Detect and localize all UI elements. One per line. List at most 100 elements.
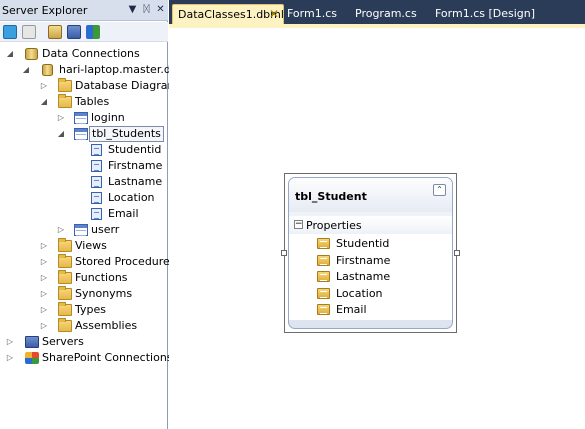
connect-to-server-icon[interactable] bbox=[67, 25, 81, 39]
resize-handle-left[interactable] bbox=[281, 250, 287, 256]
tree-item-label: Email bbox=[108, 207, 139, 220]
tree-item-column[interactable]: Location bbox=[0, 190, 168, 206]
tree-item-views[interactable]: ▷ Views bbox=[0, 238, 168, 254]
expanded-arrow-icon[interactable]: ◢ bbox=[22, 66, 30, 74]
tree-item-assemblies[interactable]: ▷ Assemblies bbox=[0, 318, 168, 334]
server-explorer-toolbar bbox=[0, 22, 168, 42]
properties-label: Properties bbox=[306, 219, 362, 232]
tree-item-label: Views bbox=[75, 239, 107, 252]
tree-item-label: Synonyms bbox=[75, 287, 133, 300]
tree-item-label: loginn bbox=[91, 111, 125, 124]
property-icon bbox=[317, 238, 330, 249]
folder-icon bbox=[58, 254, 72, 268]
tree-item-data-connections[interactable]: ◢ Data Connections bbox=[0, 46, 168, 62]
expanded-arrow-icon[interactable]: ◢ bbox=[6, 50, 14, 58]
column-icon bbox=[91, 144, 102, 156]
close-panel-icon[interactable]: ✕ bbox=[154, 3, 167, 17]
property-label: Studentid bbox=[336, 237, 390, 250]
expanded-arrow-icon[interactable]: ◢ bbox=[57, 130, 65, 138]
tree-item-stored-procedures[interactable]: ▷ Stored Procedures bbox=[0, 254, 176, 270]
collapsed-arrow-icon[interactable]: ▷ bbox=[6, 338, 14, 346]
tree-item-functions[interactable]: ▷ Functions bbox=[0, 270, 168, 286]
tree-item-table-loginn[interactable]: ▷ loginn bbox=[0, 110, 168, 126]
tree-item-tables[interactable]: ◢ Tables bbox=[0, 94, 168, 110]
collapse-entity-icon[interactable]: ⌃ bbox=[433, 184, 446, 196]
tree-item-label: userr bbox=[91, 223, 120, 236]
server-explorer-title-bar: Server Explorer ▼ ᛞ ✕ bbox=[0, 0, 168, 21]
property-icon bbox=[317, 304, 330, 315]
tree-item-table-userr[interactable]: ▷ userr bbox=[0, 222, 168, 238]
tree-item-types[interactable]: ▷ Types bbox=[0, 302, 168, 318]
folder-icon bbox=[58, 302, 72, 316]
tree-item-label: Studentid bbox=[108, 143, 162, 156]
pin-icon[interactable]: ᛞ bbox=[140, 3, 153, 17]
collapsed-arrow-icon[interactable]: ▷ bbox=[40, 306, 48, 314]
tree-item-database-diagrams[interactable]: ▷ Database Diagrams bbox=[0, 78, 184, 94]
folder-icon bbox=[58, 94, 72, 108]
tree-item-sharepoint-connections[interactable]: ▷ SharePoint Connections bbox=[0, 350, 173, 366]
column-icon bbox=[91, 176, 102, 188]
document-tab-strip: DataClasses1.dbml ✕ Form1.cs Program.cs … bbox=[169, 0, 585, 25]
folder-icon bbox=[58, 286, 72, 300]
table-icon bbox=[74, 112, 88, 124]
folder-icon bbox=[58, 238, 72, 252]
tree-item-label: Data Connections bbox=[42, 47, 140, 60]
collapsed-arrow-icon[interactable]: ▷ bbox=[57, 226, 65, 234]
tree-item-label: Functions bbox=[75, 271, 128, 284]
database-connection-icon bbox=[42, 64, 53, 76]
server-explorer-panel: Server Explorer ▼ ᛞ ✕ ◢ Data Connections… bbox=[0, 0, 185, 429]
collapsed-arrow-icon[interactable]: ▷ bbox=[40, 322, 48, 330]
tree-item-label: Tables bbox=[75, 95, 110, 108]
expanded-arrow-icon[interactable]: ◢ bbox=[40, 98, 48, 106]
tree-item-label: Servers bbox=[42, 335, 84, 348]
tree-item-column[interactable]: Email bbox=[0, 206, 168, 222]
tree-item-label: Firstname bbox=[108, 159, 163, 172]
tree-item-label: Types bbox=[75, 303, 106, 316]
properties-header[interactable]: − Properties bbox=[289, 216, 452, 234]
column-icon bbox=[91, 208, 102, 220]
tab-program-cs[interactable]: Program.cs bbox=[355, 4, 435, 25]
servers-icon bbox=[25, 336, 39, 348]
collapsed-arrow-icon[interactable]: ▷ bbox=[40, 258, 48, 266]
folder-icon bbox=[58, 270, 72, 284]
tree-item-label: Lastname bbox=[108, 175, 163, 188]
tree-item-synonyms[interactable]: ▷ Synonyms bbox=[0, 286, 168, 302]
collapsed-arrow-icon[interactable]: ▷ bbox=[40, 82, 48, 90]
column-icon bbox=[91, 160, 102, 172]
tab-label: Form1.cs bbox=[287, 7, 337, 20]
tree-item-label: hari-laptop.master.dbo bbox=[59, 63, 185, 76]
stop-refresh-icon[interactable] bbox=[22, 25, 36, 39]
refresh-icon[interactable] bbox=[3, 25, 17, 39]
tab-form1-cs[interactable]: Form1.cs bbox=[287, 4, 357, 25]
collapsed-arrow-icon[interactable]: ▷ bbox=[40, 290, 48, 298]
connect-to-database-icon[interactable] bbox=[48, 25, 62, 39]
close-tab-icon[interactable]: ✕ bbox=[269, 7, 279, 21]
entity-header: tbl_Student ⌃ bbox=[289, 178, 452, 212]
tab-form1-cs-design[interactable]: Form1.cs [Design] bbox=[435, 4, 565, 25]
property-icon bbox=[317, 255, 330, 266]
property-label: Location bbox=[336, 287, 383, 300]
tree-item-column[interactable]: Lastname bbox=[0, 174, 168, 190]
collapsed-arrow-icon[interactable]: ▷ bbox=[6, 354, 14, 362]
collapsed-arrow-icon[interactable]: ▷ bbox=[40, 274, 48, 282]
entity-tbl-student[interactable]: tbl_Student ⌃ − Properties Studentid Fir… bbox=[281, 173, 460, 333]
tree-item-label: Assemblies bbox=[75, 319, 138, 332]
connect-to-sharepoint-icon[interactable] bbox=[86, 25, 100, 39]
tree-item-label: SharePoint Connections bbox=[42, 351, 173, 364]
property-label: Lastname bbox=[336, 270, 391, 283]
window-position-dropdown-icon[interactable]: ▼ bbox=[126, 3, 139, 17]
tree-item-column[interactable]: Firstname bbox=[0, 158, 168, 174]
resize-handle-right[interactable] bbox=[454, 250, 460, 256]
tree-item-connection[interactable]: ◢ hari-laptop.master.dbo bbox=[0, 62, 185, 78]
tree-item-table-tbl-students[interactable]: ◢ tbl_Students bbox=[0, 126, 168, 142]
property-label: Firstname bbox=[336, 254, 391, 267]
property-icon bbox=[317, 271, 330, 282]
collapsed-arrow-icon[interactable]: ▷ bbox=[57, 114, 65, 122]
collapsed-arrow-icon[interactable]: ▷ bbox=[40, 242, 48, 250]
tree-item-servers[interactable]: ▷ Servers bbox=[0, 334, 168, 350]
entity-properties-section: − Properties Studentid Firstname Lastnam… bbox=[289, 216, 452, 320]
collapse-properties-icon[interactable]: − bbox=[294, 220, 303, 229]
tree-item-label: Stored Procedures bbox=[75, 255, 176, 268]
tab-dataclasses1-dbml[interactable]: DataClasses1.dbml ✕ bbox=[172, 4, 284, 25]
tree-item-column[interactable]: Studentid bbox=[0, 142, 168, 158]
